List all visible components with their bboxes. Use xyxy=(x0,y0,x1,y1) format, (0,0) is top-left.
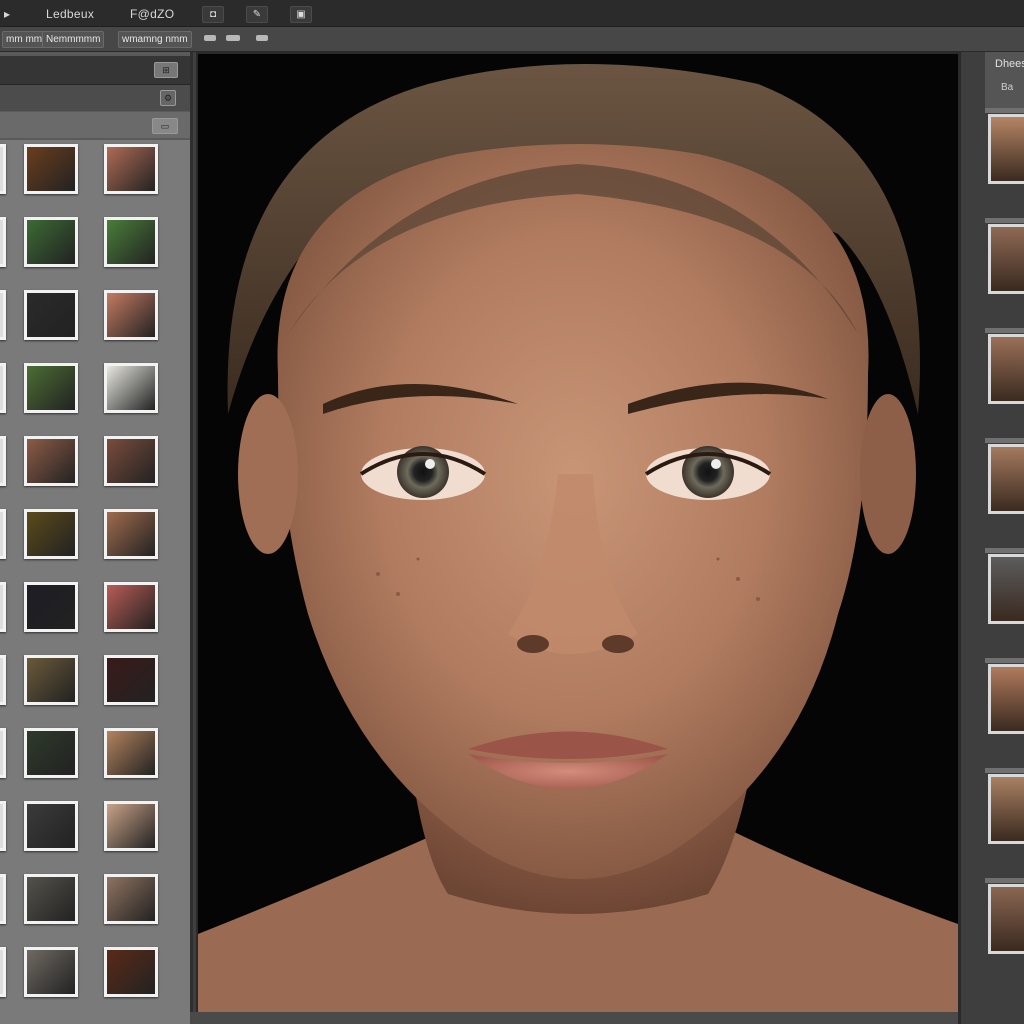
left-panel: ⊞ ⚙ ▭ xyxy=(0,52,193,1024)
right-thumb-4[interactable] xyxy=(988,444,1024,514)
menu-bar: ▸ Ledbeux F@dZO ◘ ✎ ▣ xyxy=(0,0,1024,27)
image-canvas[interactable] xyxy=(196,52,960,1016)
canvas-tab-indicator-3[interactable] xyxy=(256,35,268,41)
thumb-partial[interactable] xyxy=(0,874,6,924)
thumb-diagonal[interactable] xyxy=(24,801,78,851)
thumb-group[interactable] xyxy=(104,874,158,924)
thumb-brown-texture[interactable] xyxy=(24,144,78,194)
thumb-partial[interactable] xyxy=(0,728,6,778)
thumbnail-grid xyxy=(0,140,190,1024)
thumb-fur[interactable] xyxy=(24,947,78,997)
right-thumb-3[interactable] xyxy=(988,334,1024,404)
thumb-green-leaf-2[interactable] xyxy=(104,217,158,267)
left-panel-toolbar: ⚙ xyxy=(0,85,190,111)
left-panel-header: ⊞ xyxy=(0,56,190,85)
portrait-image xyxy=(198,54,958,1014)
right-thumb-separator xyxy=(985,328,1024,333)
right-panel-title: Dhees xyxy=(995,58,1024,70)
right-thumb-1[interactable] xyxy=(988,114,1024,184)
thumb-partial[interactable] xyxy=(0,144,6,194)
right-panel-subtitle: Ba xyxy=(1001,82,1014,93)
thumb-partial[interactable] xyxy=(0,363,6,413)
thumb-partial[interactable] xyxy=(0,436,6,486)
left-panel-subtoolbar: ▭ xyxy=(0,112,190,138)
thumb-figure-dark[interactable] xyxy=(24,582,78,632)
grid-icon[interactable]: ⊞ xyxy=(154,62,178,78)
thumb-tan[interactable] xyxy=(104,728,158,778)
thumb-partial[interactable] xyxy=(0,655,6,705)
thumb-partial[interactable] xyxy=(0,801,6,851)
thumb-brown[interactable] xyxy=(24,655,78,705)
thumb-hand[interactable] xyxy=(104,436,158,486)
thumb-face-red[interactable] xyxy=(104,582,158,632)
thumb-portrait[interactable] xyxy=(104,801,158,851)
right-thumb-separator xyxy=(985,108,1024,113)
right-thumb-2[interactable] xyxy=(988,224,1024,294)
thumb-partial[interactable] xyxy=(0,947,6,997)
menu-item-file[interactable]: ▸ xyxy=(4,7,10,21)
menu-item-ledbeux[interactable]: Ledbeux xyxy=(46,7,94,21)
tab-strip: mm mm mm Nemmmmm wmamng nmm xyxy=(0,27,1024,52)
tab-2[interactable]: Nemmmmm xyxy=(42,31,105,48)
right-thumb-separator xyxy=(985,548,1024,553)
thumb-white[interactable] xyxy=(104,363,158,413)
thumb-green[interactable] xyxy=(24,363,78,413)
right-thumb-separator xyxy=(985,658,1024,663)
right-thumb-separator xyxy=(985,438,1024,443)
right-panel: Dhees Ba xyxy=(958,52,1024,1024)
thumb-partial[interactable] xyxy=(0,509,6,559)
right-thumb-7[interactable] xyxy=(988,774,1024,844)
thumb-partial[interactable] xyxy=(0,217,6,267)
right-thumb-5[interactable] xyxy=(988,554,1024,624)
tab-3[interactable]: wmamng nmm xyxy=(118,31,192,48)
thumb-skin-2[interactable] xyxy=(104,509,158,559)
right-thumb-separator xyxy=(985,878,1024,883)
settings-icon[interactable]: ⚙ xyxy=(160,90,176,106)
thumb-grey-stone[interactable] xyxy=(24,874,78,924)
gallery-icon[interactable]: ▣ xyxy=(290,6,312,23)
thumb-dark-figure[interactable] xyxy=(24,290,78,340)
right-thumb-8[interactable] xyxy=(988,884,1024,954)
pen-icon[interactable]: ✎ xyxy=(246,6,268,23)
thumb-skin-round[interactable] xyxy=(104,290,158,340)
thumb-partial[interactable] xyxy=(0,582,6,632)
thumb-olive[interactable] xyxy=(24,509,78,559)
right-thumb-separator xyxy=(985,218,1024,223)
canvas-tab-indicator[interactable] xyxy=(204,35,216,41)
menu-item-fadzo[interactable]: F@dZO xyxy=(130,7,174,21)
camera-icon[interactable]: ◘ xyxy=(202,6,224,23)
thumb-dark-green[interactable] xyxy=(24,728,78,778)
right-thumb-separator xyxy=(985,768,1024,773)
thumb-dark-portrait[interactable] xyxy=(104,947,158,997)
thumb-green-leaf[interactable] xyxy=(24,217,78,267)
canvas-status-strip xyxy=(190,1012,980,1024)
thumb-partial[interactable] xyxy=(0,290,6,340)
thumb-figure[interactable] xyxy=(104,144,158,194)
right-thumb-6[interactable] xyxy=(988,664,1024,734)
thumb-arm[interactable] xyxy=(24,436,78,486)
thumb-dark-red[interactable] xyxy=(104,655,158,705)
folder-icon[interactable]: ▭ xyxy=(152,118,178,134)
canvas-tab-indicator-2[interactable] xyxy=(226,35,240,41)
